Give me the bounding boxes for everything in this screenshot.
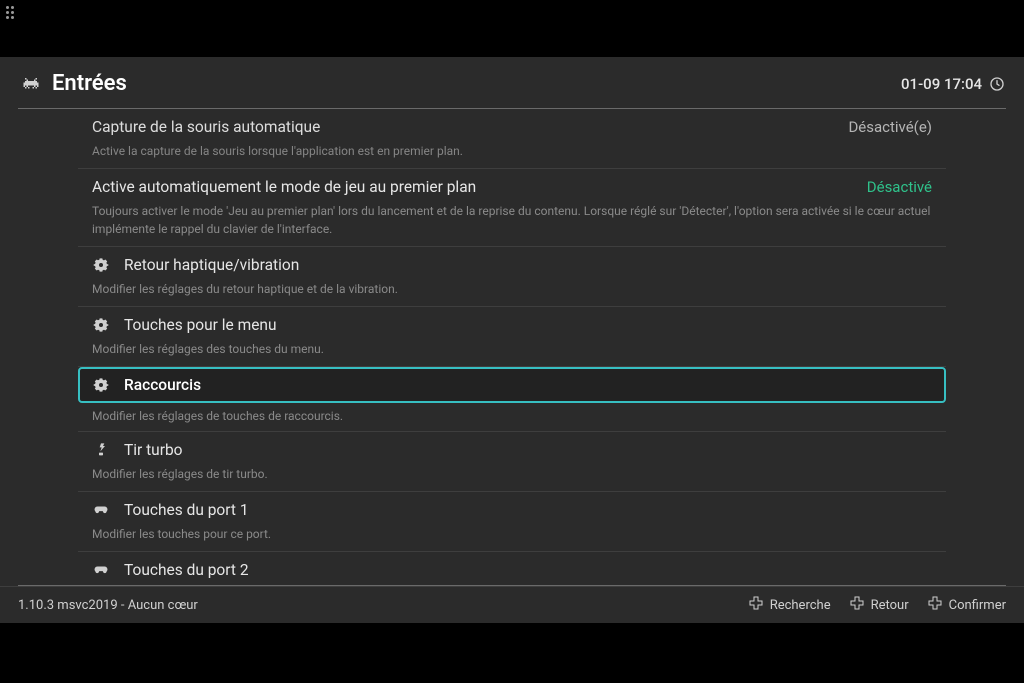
settings-item-label: Touches du port 2 [124,561,249,579]
app-window: Entrées 01-09 17:04 Capture de la souris… [0,57,1024,623]
settings-item-value: Désactivé [867,178,932,196]
settings-item[interactable]: Retour haptique/vibrationModifier les ré… [78,247,946,306]
gears-icon [92,316,110,334]
window-drag-handle[interactable] [6,6,14,20]
settings-item-label: Active automatiquement le mode de jeu au… [92,178,476,196]
footer-back-button[interactable]: Retour [849,595,909,615]
footer-search-label: Recherche [770,598,831,613]
settings-list: Capture de la souris automatique Désactiv… [0,109,1024,585]
clock: 01-09 17:04 [901,75,1006,93]
settings-item-label: Capture de la souris automatique [92,118,320,136]
settings-item-label: Tir turbo [124,441,183,459]
gears-icon [92,256,110,274]
footer-confirm-label: Confirmer [949,598,1006,613]
page-title: Entrées [52,71,127,96]
settings-item-label: Retour haptique/vibration [124,256,299,274]
invader-icon [22,75,40,93]
settings-item[interactable]: Touches pour le menuModifier les réglage… [78,307,946,366]
settings-item[interactable]: Tir turboModifier les réglages de tir tu… [78,432,946,491]
footer: 1.10.3 msvc2019 - Aucun cœur Recherche R… [0,586,1024,623]
settings-item-desc: Modifier les réglages de tir turbo. [92,459,932,491]
controller-icon [92,561,110,579]
settings-item-desc: Modifier les touches pour ce port. [92,519,932,551]
controller-icon [92,501,110,519]
dpad-icon [849,595,865,615]
version-text: 1.10.3 msvc2019 - Aucun cœur [18,598,198,613]
settings-item-desc: Toujours activer le mode 'Jeu au premier… [92,196,932,246]
turbo-icon [92,441,110,459]
settings-item-label: Touches du port 1 [124,501,249,519]
settings-item-label: Touches pour le menu [124,316,277,334]
footer-search-button[interactable]: Recherche [748,595,831,615]
settings-item-selected[interactable]: Raccourcis [78,367,946,403]
dpad-icon [748,595,764,615]
settings-item-desc: Modifier les réglages du retour haptique… [92,274,932,306]
settings-item-desc: Modifier les réglages de touches de racc… [78,403,946,431]
settings-item-desc: Modifier les réglages des touches du men… [92,334,932,366]
dpad-icon [927,595,943,615]
footer-confirm-button[interactable]: Confirmer [927,595,1006,615]
header: Entrées 01-09 17:04 [0,57,1024,108]
settings-item[interactable]: Active automatiquement le mode de jeu au… [78,169,946,246]
settings-item[interactable]: Capture de la souris automatique Désactiv… [78,109,946,168]
settings-item-value: Désactivé(e) [848,118,932,136]
settings-item[interactable]: Touches du port 2Modifier les touches po… [78,552,946,585]
clock-icon [988,75,1006,93]
settings-item[interactable]: Touches du port 1Modifier les touches po… [78,492,946,551]
datetime-text: 01-09 17:04 [901,75,982,93]
footer-back-label: Retour [871,598,909,613]
settings-item-desc: Active la capture de la souris lorsque l… [92,136,932,168]
settings-item-label: Raccourcis [124,376,201,394]
gears-icon [92,376,110,394]
